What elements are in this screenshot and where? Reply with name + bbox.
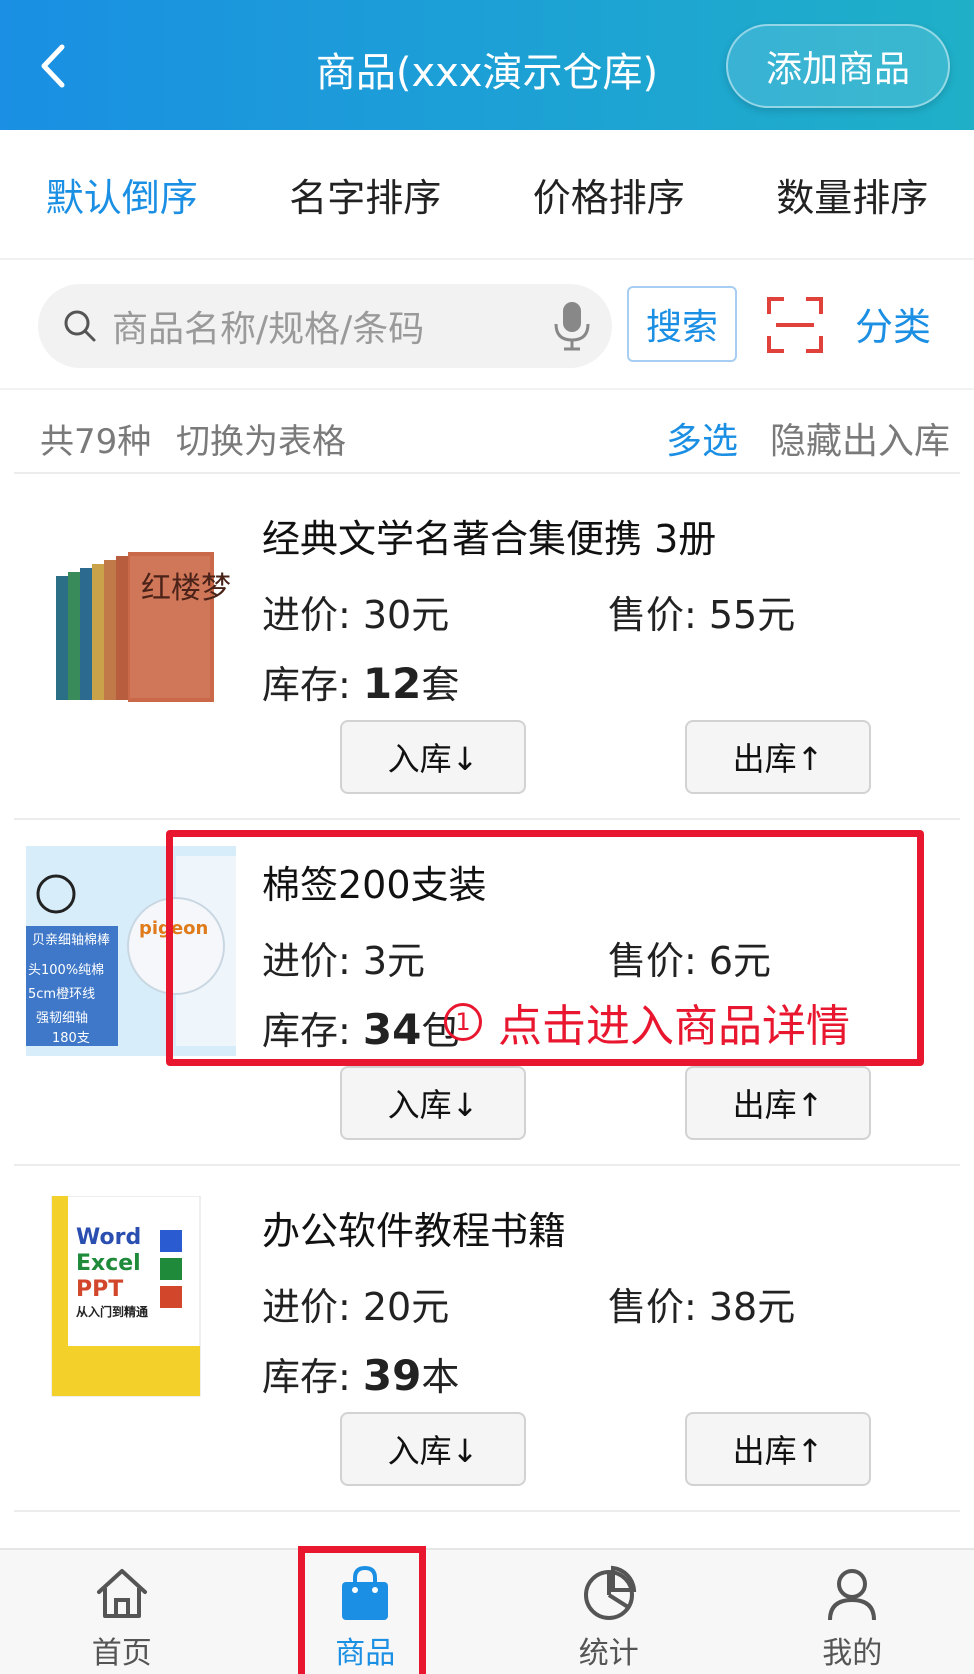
svg-text:贝亲细轴棉棒: 贝亲细轴棉棒 xyxy=(32,933,110,948)
book-cover-title: 红楼梦 xyxy=(141,571,231,606)
add-product-button[interactable]: 添加商品 xyxy=(726,24,950,108)
nav-home[interactable]: 首页 xyxy=(0,1550,244,1674)
product-name: 办公软件教程书籍 xyxy=(262,1209,567,1253)
stock-out-button[interactable]: 出库↑ xyxy=(685,720,871,794)
product-thumbnail: Word Excel PPT 从入门到精通 xyxy=(26,1195,234,1406)
svg-text:Word: Word xyxy=(76,1225,141,1250)
svg-text:从入门到精通: 从入门到精通 xyxy=(76,1304,148,1319)
top-bar: 商品(xxx演示仓库) 添加商品 xyxy=(0,0,974,130)
product-cost: 进价: 30元 xyxy=(262,593,450,637)
sort-tabs: 默认倒序 名字排序 价格排序 数量排序 xyxy=(0,130,974,260)
category-button[interactable]: 分类 xyxy=(855,296,931,351)
scan-icon[interactable] xyxy=(766,296,824,354)
product-item[interactable]: 红楼梦 经典文学名著合集便携 3册 进价: 30元 售价: 55元 库存: 12… xyxy=(0,474,974,820)
nav-statistics[interactable]: 统计 xyxy=(487,1550,731,1674)
product-price: 售价: 38元 xyxy=(608,1285,796,1329)
annotation-nav-highlight xyxy=(298,1546,426,1674)
product-count: 共79种 xyxy=(40,422,152,462)
product-name: 经典文学名著合集便携 3册 xyxy=(262,517,717,561)
bottom-nav: 首页 商品 统计 我的 xyxy=(0,1548,974,1674)
product-cost: 进价: 20元 xyxy=(262,1285,450,1329)
nav-profile-label: 我的 xyxy=(822,1636,883,1671)
nav-statistics-label: 统计 xyxy=(578,1636,639,1671)
search-input[interactable]: 商品名称/规格/条码 xyxy=(38,284,612,368)
annotation-hint: 1 点击进入商品详情 xyxy=(444,990,850,1054)
svg-text:强韧细轴: 强韧细轴 xyxy=(36,1011,88,1026)
svg-text:5cm橙环线: 5cm橙环线 xyxy=(28,987,95,1002)
tab-sort-quantity[interactable]: 数量排序 xyxy=(731,167,974,222)
product-stock: 库存: 39本 xyxy=(262,1351,460,1400)
annotation-text: 点击进入商品详情 xyxy=(498,1001,850,1052)
switch-to-table-link[interactable]: 切换为表格 xyxy=(176,414,346,463)
stock-out-button[interactable]: 出库↑ xyxy=(685,1412,871,1486)
search-button[interactable]: 搜索 xyxy=(627,286,737,362)
divider xyxy=(14,1510,960,1512)
summary-row: 共79种 切换为表格 多选 隐藏出入库 xyxy=(0,392,974,472)
tab-sort-price[interactable]: 价格排序 xyxy=(487,167,731,222)
search-icon xyxy=(64,310,96,342)
stock-out-button[interactable]: 出库↑ xyxy=(685,1066,871,1140)
tab-sort-name[interactable]: 名字排序 xyxy=(244,167,488,222)
annotation-number: 1 xyxy=(444,1003,482,1041)
svg-text:Excel: Excel xyxy=(76,1251,141,1276)
tab-default-desc[interactable]: 默认倒序 xyxy=(0,167,244,222)
stock-in-button[interactable]: 入库↓ xyxy=(340,720,526,794)
svg-text:180支: 180支 xyxy=(52,1031,90,1046)
hide-in-out-button[interactable]: 隐藏出入库 xyxy=(770,412,950,464)
user-icon xyxy=(828,1569,877,1621)
nav-profile[interactable]: 我的 xyxy=(731,1550,974,1674)
multi-select-button[interactable]: 多选 xyxy=(666,412,738,464)
product-thumbnail: 红楼梦 xyxy=(26,510,234,720)
stock-number: 12 xyxy=(362,659,422,708)
home-icon xyxy=(96,1569,147,1618)
svg-text:PPT: PPT xyxy=(76,1277,123,1302)
product-stock: 库存: 12套 xyxy=(262,659,460,708)
product-item[interactable]: Word Excel PPT 从入门到精通 办公软件教程书籍 进价: 20元 售… xyxy=(0,1166,974,1512)
stock-number: 39 xyxy=(362,1351,422,1400)
pie-chart-icon xyxy=(583,1565,636,1620)
search-row: 商品名称/规格/条码 搜索 分类 xyxy=(0,262,974,390)
stock-in-button[interactable]: 入库↓ xyxy=(340,1066,526,1140)
nav-home-label: 首页 xyxy=(91,1636,152,1671)
svg-text:头100%纯棉: 头100%纯棉 xyxy=(28,963,104,978)
stock-in-button[interactable]: 入库↓ xyxy=(340,1412,526,1486)
product-price: 售价: 55元 xyxy=(608,593,796,637)
search-placeholder: 商品名称/规格/条码 xyxy=(112,309,425,350)
microphone-icon[interactable] xyxy=(552,300,592,352)
